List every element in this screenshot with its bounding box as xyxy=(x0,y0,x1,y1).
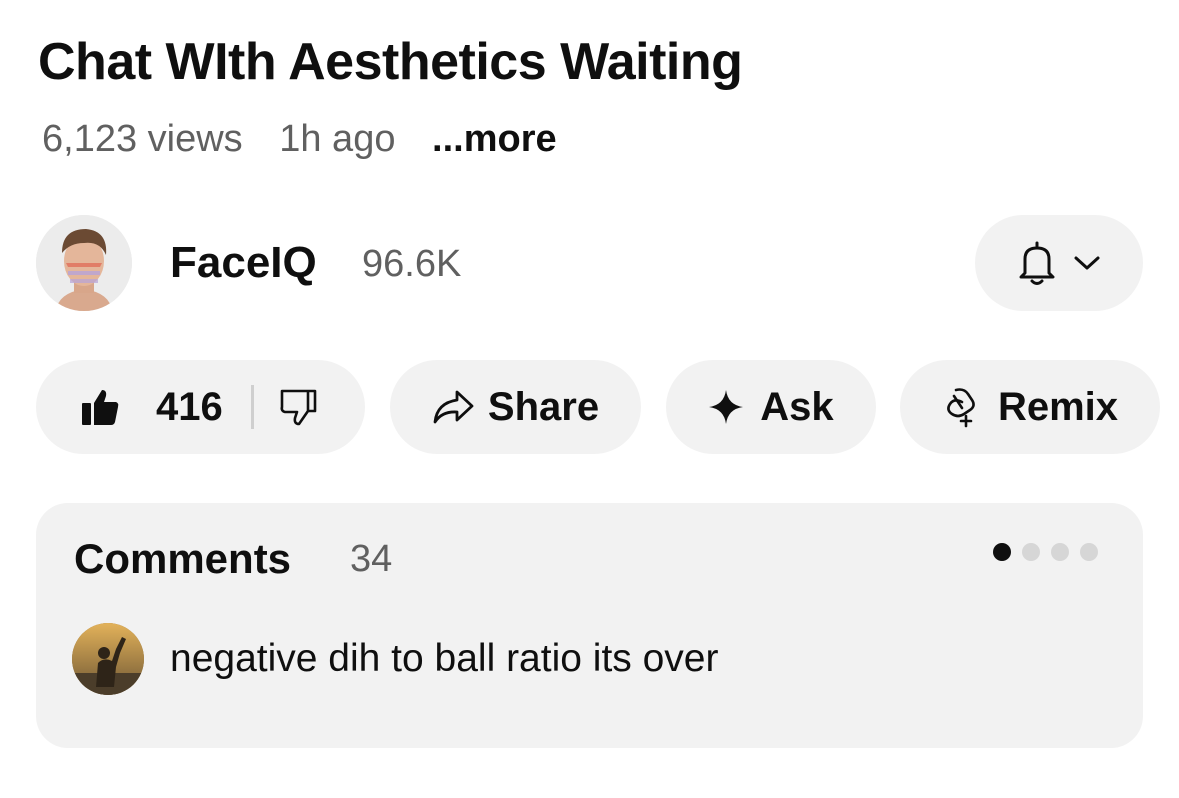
like-divider xyxy=(250,385,254,429)
channel-avatar[interactable] xyxy=(36,215,132,311)
share-label: Share xyxy=(487,385,600,429)
carousel-dot xyxy=(1080,543,1098,561)
carousel-dots xyxy=(993,543,1098,561)
dislike-button[interactable] xyxy=(278,387,318,427)
remix-label: Remix xyxy=(997,385,1119,429)
comments-card[interactable]: Comments 34 negative dih to ball ratio i… xyxy=(36,503,1143,748)
video-meta[interactable]: 6,123 views 1h ago ...more xyxy=(42,114,557,164)
carousel-dot xyxy=(993,543,1011,561)
remix-icon xyxy=(947,388,975,428)
more-link[interactable]: ...more xyxy=(432,118,557,160)
share-button[interactable]: Share xyxy=(390,360,641,454)
upload-time: 1h ago xyxy=(279,118,396,160)
channel-name[interactable]: FaceIQ xyxy=(170,236,317,290)
sparkle-icon xyxy=(709,390,744,424)
share-icon xyxy=(433,390,474,424)
channel-avatar-image xyxy=(36,215,132,311)
like-count: 416 xyxy=(156,385,223,429)
bell-icon xyxy=(1019,241,1055,285)
comments-count: 34 xyxy=(350,538,393,580)
subscriber-count: 96.6K xyxy=(362,243,462,285)
carousel-dot xyxy=(1022,543,1040,561)
comment-preview-text: negative dih to ball ratio its over xyxy=(170,637,719,680)
video-title: Chat WIth Aesthetics Waiting xyxy=(38,33,743,91)
thumbs-up-icon xyxy=(82,390,119,425)
notification-button[interactable] xyxy=(975,215,1143,311)
commenter-avatar-image xyxy=(72,623,144,695)
ask-button[interactable]: Ask xyxy=(666,360,876,454)
thumbs-down-icon xyxy=(280,389,317,426)
commenter-avatar[interactable] xyxy=(72,623,144,695)
ask-label: Ask xyxy=(760,385,834,429)
like-dislike-pill: 416 xyxy=(36,360,365,454)
video-details-panel: Chat WIth Aesthetics Waiting 6,123 views… xyxy=(0,0,1179,798)
comments-title: Comments xyxy=(74,535,292,582)
carousel-dot xyxy=(1051,543,1069,561)
view-count: 6,123 views xyxy=(42,118,243,160)
chevron-down-icon xyxy=(1074,256,1100,270)
like-button[interactable]: 416 xyxy=(80,382,223,432)
remix-button[interactable]: Remix xyxy=(900,360,1160,454)
